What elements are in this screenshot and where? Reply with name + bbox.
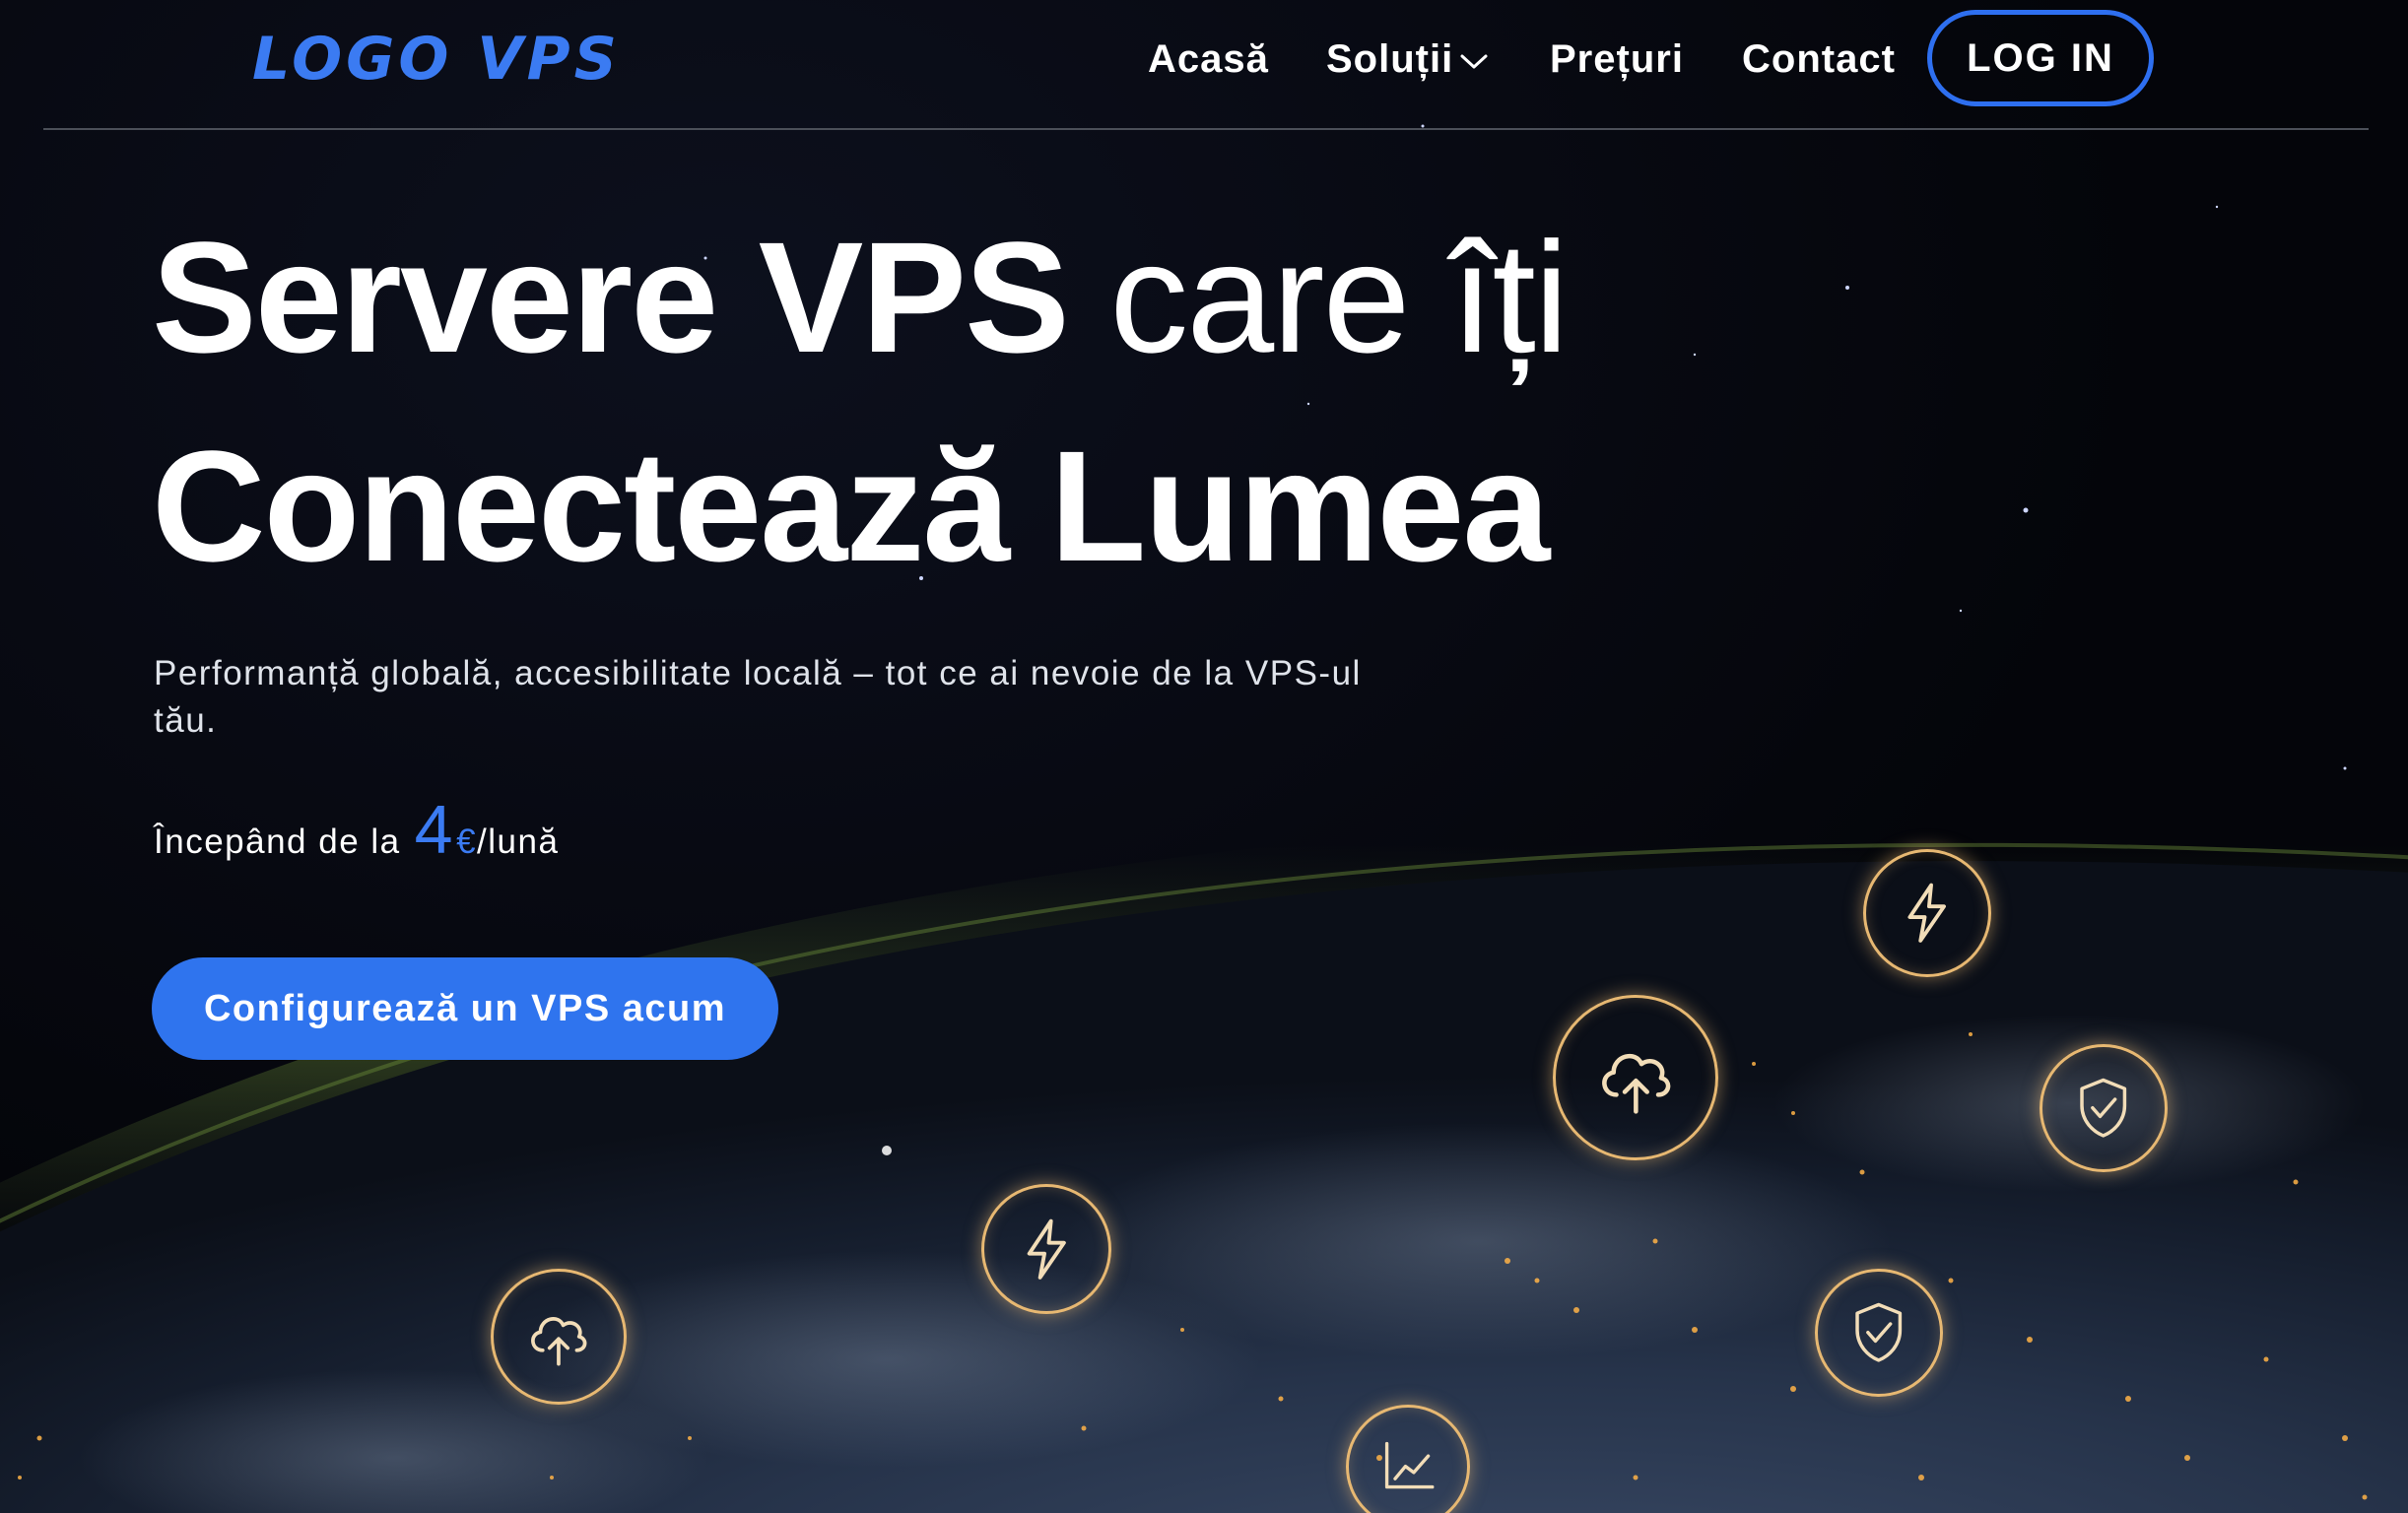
site-header: LOGO VPS Acasă Soluții Prețuri Contact L…	[0, 0, 2408, 130]
nav-item-label: Prețuri	[1550, 37, 1684, 81]
price-prefix: Începând de la	[154, 822, 401, 861]
nav-item-label: Contact	[1742, 37, 1896, 81]
login-button[interactable]: LOG IN	[1927, 10, 2154, 106]
hero-subtitle: Performanță globală, accesibilitate loca…	[154, 654, 1362, 740]
header-divider	[43, 128, 2369, 130]
chevron-down-icon	[1460, 54, 1488, 69]
hero-title-line2: Conectează Lumea	[152, 418, 1550, 594]
cloud-upload-icon	[491, 1269, 627, 1405]
shield-check-icon	[1815, 1269, 1943, 1397]
price-suffix: /lună	[477, 822, 560, 861]
nav-item-label: Soluții	[1326, 37, 1454, 81]
nav-item-home[interactable]: Acasă	[1148, 22, 1269, 97]
configure-vps-button[interactable]: Configurează un VPS acum	[152, 957, 778, 1060]
price-currency: €	[456, 822, 478, 861]
nav-item-contact[interactable]: Contact	[1742, 22, 1896, 97]
page: LOGO VPS Acasă Soluții Prețuri Contact L…	[0, 0, 2408, 1513]
lightning-icon	[981, 1184, 1111, 1314]
shield-check-icon	[2040, 1044, 2168, 1172]
cloud-upload-icon	[1553, 995, 1718, 1160]
price-value: 4	[414, 791, 455, 868]
hero-title: Servere VPS care îți Conectează Lumea	[152, 193, 1728, 611]
logo[interactable]: LOGO VPS	[252, 22, 621, 97]
nav-item-pricing[interactable]: Prețuri	[1550, 22, 1684, 97]
hero-title-strong: Servere VPS	[152, 209, 1070, 385]
nav-item-label: Acasă	[1148, 37, 1269, 81]
hero-title-light: care îți	[1067, 209, 1569, 385]
price-line: Începând de la 4 € /lună	[154, 790, 559, 879]
nav-item-solutions[interactable]: Soluții	[1326, 22, 1489, 97]
lightning-icon	[1863, 849, 1991, 977]
